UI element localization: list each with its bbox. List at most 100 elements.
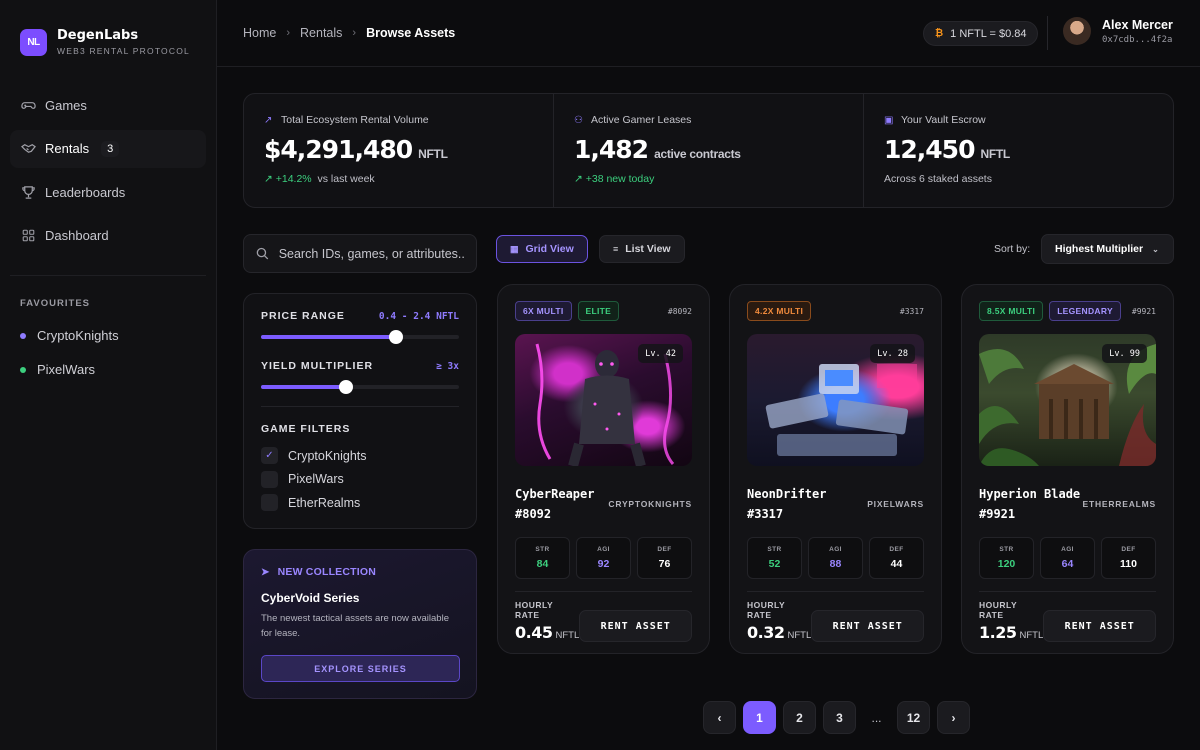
- asset-image: Lv. 99: [979, 334, 1156, 466]
- search-box[interactable]: [243, 234, 477, 273]
- avatar: [1063, 17, 1091, 45]
- sidebar-item-label: Dashboard: [45, 228, 109, 243]
- stat-sub: vs last week: [317, 173, 375, 185]
- chevron-right-icon: ›: [352, 27, 357, 39]
- stat-unit: active contracts: [654, 147, 741, 161]
- breadcrumb: Home › Rentals › Browse Assets: [243, 26, 455, 40]
- chevron-down-icon: ⌄: [1152, 244, 1159, 254]
- list-view-label: List View: [625, 243, 671, 255]
- sidebar-item-rentals[interactable]: Rentals 3: [10, 129, 206, 168]
- hourly-rate-label: HOURLY RATE: [747, 600, 785, 620]
- trend-up-icon: ↗: [264, 173, 273, 185]
- brand-logo: NL: [20, 28, 47, 56]
- stat-str: STR 52: [747, 537, 802, 579]
- stat-value: 120: [997, 558, 1016, 570]
- rent-asset-button[interactable]: RENT ASSET: [579, 610, 692, 642]
- stat-value: 88: [829, 558, 842, 570]
- stat-value: 12,450: [884, 135, 975, 164]
- slider-thumb[interactable]: [388, 330, 403, 344]
- sort-dropdown[interactable]: Highest Multiplier ⌄: [1041, 234, 1174, 264]
- rent-asset-button[interactable]: RENT ASSET: [1043, 610, 1156, 642]
- stat-def: DEF 110: [1101, 537, 1156, 579]
- level-badge: Lv. 99: [1102, 344, 1147, 363]
- grid-view-button[interactable]: ▦ Grid View: [496, 235, 588, 263]
- prev-page-button[interactable]: ‹: [703, 701, 736, 734]
- promo-description: The newest tactical assets are now avail…: [261, 613, 449, 639]
- hourly-rate-value: 1.25: [979, 623, 1017, 642]
- stat-value: 52: [768, 558, 781, 570]
- sort-label: Sort by:: [994, 243, 1031, 255]
- page-button-12[interactable]: 12: [897, 701, 930, 734]
- yield-multiplier-slider[interactable]: [261, 380, 459, 394]
- stat-label: AGI: [1061, 546, 1074, 553]
- grid-view-label: Grid View: [525, 243, 574, 255]
- stat-value: 1,482: [574, 135, 649, 164]
- brand[interactable]: NL DegenLabs WEB3 RENTAL PROTOCOL: [0, 0, 216, 66]
- asset-id: #8092: [667, 306, 692, 316]
- game-filter-label: CryptoKnights: [288, 448, 367, 463]
- game-filter-pixelwars[interactable]: PixelWars: [261, 468, 459, 491]
- stat-label: Total Ecosystem Rental Volume: [281, 114, 429, 126]
- hourly-rate-label: HOURLY RATE: [979, 600, 1017, 620]
- search-input[interactable]: [278, 246, 464, 261]
- stats-panel: ↗ Total Ecosystem Rental Volume $4,291,48…: [243, 93, 1174, 208]
- promo-card: ➤ NEW COLLECTION CyberVoid Series The new…: [243, 549, 477, 699]
- favourite-label: CryptoKnights: [37, 328, 119, 343]
- asset-name: NeonDrifter #3317: [747, 487, 827, 521]
- breadcrumb-rentals[interactable]: Rentals: [300, 26, 342, 40]
- stat-def: DEF 44: [869, 537, 924, 579]
- slider-thumb[interactable]: [339, 380, 354, 394]
- chart-icon: ↗: [264, 114, 273, 126]
- checkbox[interactable]: [261, 494, 278, 511]
- stat-value: 110: [1120, 558, 1137, 570]
- asset-card-cyberreaper[interactable]: 6X MULTI ELITE #8092 Lv. 42 CyberReaper #…: [497, 284, 710, 654]
- price-range-title: PRICE RANGE: [261, 310, 345, 322]
- favourite-item-pixelwars[interactable]: PixelWars: [0, 353, 216, 387]
- checkbox[interactable]: [261, 470, 278, 488]
- stat-label: STR: [999, 546, 1014, 553]
- rentals-count-badge: 3: [101, 140, 120, 157]
- stat-vault-escrow: ▣ Your Vault Escrow 12,450 NFTL Across 6 s…: [864, 94, 1173, 207]
- user-profile[interactable]: Alex Mercer 0x7cdb...4f2a: [1063, 17, 1173, 45]
- asset-card-hyperion-blade[interactable]: 8.5X MULTI LEGENDARY #9921 Lv. 99 Hyperi…: [961, 284, 1174, 654]
- asset-image: Lv. 28: [747, 334, 924, 466]
- game-filter-label: EtherRealms: [288, 495, 361, 510]
- favourite-item-cryptoknights[interactable]: CryptoKnights: [0, 319, 216, 353]
- main-content: Home › Rentals › Browse Assets ₿ 1 NFTL …: [217, 0, 1200, 750]
- page-button-3[interactable]: 3: [823, 701, 856, 734]
- users-icon: ⚇: [574, 114, 583, 126]
- sidebar-item-label: Rentals: [45, 141, 90, 156]
- stat-str: STR 84: [515, 537, 570, 579]
- page-button-2[interactable]: 2: [783, 701, 816, 734]
- rent-asset-button[interactable]: RENT ASSET: [811, 610, 924, 642]
- asset-name-line: #9921: [979, 507, 1016, 521]
- hourly-rate-value: 0.32: [747, 623, 785, 642]
- explore-series-button[interactable]: EXPLORE SERIES: [261, 655, 460, 682]
- breadcrumb-home[interactable]: Home: [243, 26, 276, 40]
- slider-fill: [261, 335, 396, 339]
- chevron-right-icon: ›: [951, 710, 956, 725]
- sidebar-item-dashboard[interactable]: Dashboard: [10, 217, 206, 255]
- asset-name-line: Hyperion Blade: [979, 487, 1081, 501]
- checkbox-checked[interactable]: ✓: [261, 447, 278, 464]
- asset-game: ETHERREALMS: [1082, 499, 1156, 509]
- asset-card-neondrifter[interactable]: 4.2X MULTI #3317 Lv. 28 NeonDrifter #331…: [729, 284, 942, 654]
- list-view-button[interactable]: ≡ List View: [599, 235, 685, 263]
- list-icon: ≡: [613, 244, 619, 254]
- breadcrumb-current: Browse Assets: [366, 26, 456, 40]
- pagination-ellipsis: ...: [871, 710, 882, 725]
- handshake-icon: [20, 141, 36, 157]
- page-button-1[interactable]: 1: [743, 701, 776, 734]
- game-filter-cryptoknights[interactable]: ✓ CryptoKnights: [261, 444, 459, 467]
- brand-name: DegenLabs: [57, 28, 139, 43]
- price-range-slider[interactable]: [261, 330, 459, 344]
- sidebar-item-leaderboards[interactable]: Leaderboards: [10, 173, 206, 211]
- next-page-button[interactable]: ›: [937, 701, 970, 734]
- game-filter-etherrealms[interactable]: EtherRealms: [261, 491, 459, 514]
- favourite-dot: [20, 366, 26, 373]
- grid-icon: [20, 228, 36, 244]
- stat-value: 64: [1061, 558, 1074, 570]
- yield-multiplier-value: ≥ 3x: [436, 360, 459, 372]
- stat-label: AGI: [829, 546, 842, 553]
- sidebar-item-games[interactable]: Games: [10, 86, 206, 124]
